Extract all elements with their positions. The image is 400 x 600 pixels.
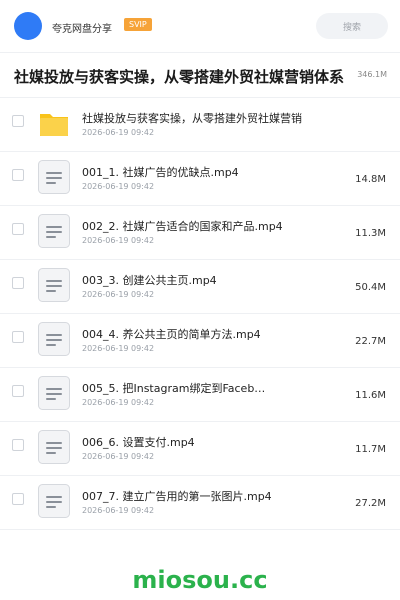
share-total-size: 346.1M (354, 70, 387, 79)
video-file-icon (38, 430, 70, 464)
row-checkbox[interactable] (12, 115, 24, 127)
file-date: 2026-06-19 09:42 (82, 452, 155, 461)
file-row[interactable]: 社媒投放与获客实操，从零搭建外贸社媒营销体系 2026-06-19 09:42 (0, 97, 400, 152)
file-row[interactable]: 004_4. 养公共主页的简单方法.mp4 2026-06-19 09:42 22.… (0, 313, 400, 368)
video-file-icon (38, 160, 70, 194)
folder-icon (38, 106, 70, 140)
row-checkbox[interactable] (12, 385, 24, 397)
file-row[interactable]: 007_7. 建立广告用的第一张图片.mp4 2026-06-19 09:42 27… (0, 475, 400, 530)
file-date: 2026-06-19 09:42 (82, 506, 155, 515)
file-date: 2026-06-19 09:42 (82, 128, 155, 137)
share-title-bar: 社媒投放与获客实操，从零搭建外贸社媒营销体系 346.1M (0, 52, 400, 98)
video-file-icon (38, 376, 70, 410)
file-size: 11.7M (355, 444, 386, 455)
header: 夸克网盘分享 SVIP 搜索 (0, 0, 400, 52)
file-size: 11.3M (355, 228, 386, 239)
row-checkbox[interactable] (12, 439, 24, 451)
row-checkbox[interactable] (12, 277, 24, 289)
file-row[interactable]: 005_5. 把Instagram绑定到Faceb… 2026-06-19 09:… (0, 367, 400, 422)
file-date: 2026-06-19 09:42 (82, 398, 155, 407)
watermark-text: miosou.cc (132, 566, 268, 594)
row-checkbox[interactable] (12, 169, 24, 181)
file-row[interactable]: 006_6. 设置支付.mp4 2026-06-19 09:42 11.7M (0, 421, 400, 476)
file-name: 005_5. 把Instagram绑定到Faceb… (82, 382, 266, 395)
file-name: 007_7. 建立广告用的第一张图片.mp4 (82, 490, 272, 503)
file-name: 001_1. 社媒广告的优缺点.mp4 (82, 166, 239, 179)
file-size: 22.7M (355, 336, 386, 347)
file-name: 006_6. 设置支付.mp4 (82, 436, 195, 449)
video-file-icon (38, 214, 70, 248)
svip-badge: SVIP (124, 18, 152, 31)
file-name: 社媒投放与获客实操，从零搭建外贸社媒营销体系 (82, 112, 302, 125)
file-size: 14.8M (355, 174, 386, 185)
file-date: 2026-06-19 09:42 (82, 182, 155, 191)
video-file-icon (38, 268, 70, 302)
file-date: 2026-06-19 09:42 (82, 344, 155, 353)
video-file-icon (38, 322, 70, 356)
file-row[interactable]: 002_2. 社媒广告适合的国家和产品.mp4 2026-06-19 09:42 1… (0, 205, 400, 260)
search-box[interactable]: 搜索 (316, 13, 388, 39)
file-name: 003_3. 创建公共主页.mp4 (82, 274, 217, 287)
file-date: 2026-06-19 09:42 (82, 236, 155, 245)
row-checkbox[interactable] (12, 493, 24, 505)
row-checkbox[interactable] (12, 331, 24, 343)
file-name: 002_2. 社媒广告适合的国家和产品.mp4 (82, 220, 283, 233)
user-name: 夸克网盘分享 (52, 24, 112, 35)
file-row[interactable]: 003_3. 创建公共主页.mp4 2026-06-19 09:42 50.4M (0, 259, 400, 314)
file-row[interactable]: 001_1. 社媒广告的优缺点.mp4 2026-06-19 09:42 14.8M (0, 151, 400, 206)
video-file-icon (38, 484, 70, 518)
file-size: 50.4M (355, 282, 386, 293)
file-size: 27.2M (355, 498, 386, 509)
file-size: 11.6M (355, 390, 386, 401)
row-checkbox[interactable] (12, 223, 24, 235)
avatar[interactable] (14, 12, 42, 40)
file-name: 004_4. 养公共主页的简单方法.mp4 (82, 328, 261, 341)
share-title: 社媒投放与获客实操，从零搭建外贸社媒营销体系 (14, 68, 345, 86)
search-placeholder: 搜索 (342, 23, 361, 33)
file-date: 2026-06-19 09:42 (82, 290, 155, 299)
